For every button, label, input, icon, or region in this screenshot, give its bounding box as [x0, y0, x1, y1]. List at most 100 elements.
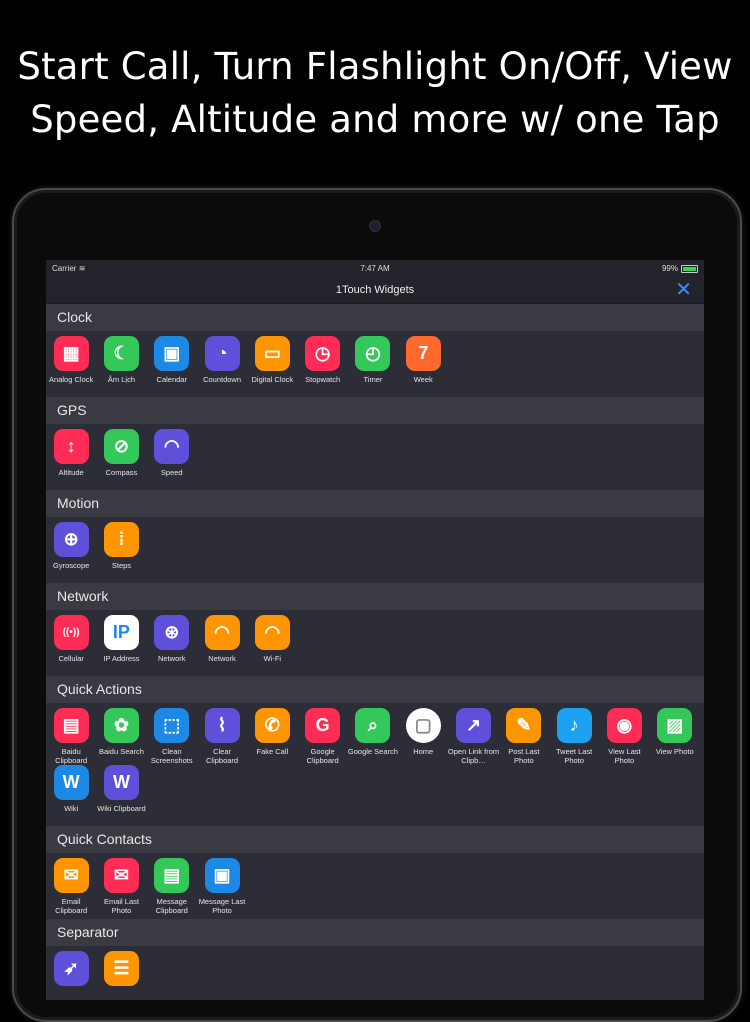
widget-item[interactable]: ◔ Countdown: [197, 336, 247, 393]
widget-item[interactable]: ▤ Baidu Clipboard: [46, 708, 96, 765]
wiki-icon: W: [53, 765, 89, 800]
ip-icon: IP: [103, 615, 139, 650]
widget-item[interactable]: W Wiki Clipboard: [96, 765, 146, 822]
week-icon: 7: [405, 336, 441, 371]
widget-item[interactable]: ◠ Wi-Fi: [247, 615, 297, 672]
headline-line-1: Start Call, Turn Flashlight On/Off, View: [17, 45, 733, 88]
view-photo-icon: ◉: [606, 708, 642, 743]
stopwatch-icon: ◷: [305, 336, 341, 371]
broom-icon: ⌇: [204, 708, 240, 743]
widget-label: Network: [157, 654, 186, 663]
section-body: ▤ Baidu Clipboard ✿ Baidu Search ⬚ Clean Scre…: [46, 703, 704, 826]
widget-label: [95, 990, 147, 1000]
widget-item[interactable]: ↕ Altitude: [46, 429, 96, 486]
widget-item[interactable]: ⊕ Gyroscope: [46, 522, 96, 579]
widget-item[interactable]: ➶: [46, 951, 96, 1000]
widget-label: [46, 990, 97, 1000]
widget-item[interactable]: ◠ Speed: [147, 429, 197, 486]
widget-item[interactable]: IP IP Address: [96, 615, 146, 672]
widget-label: Google Search: [347, 747, 398, 756]
widget-item[interactable]: ✉ Email Last Photo: [96, 858, 146, 915]
widget-item[interactable]: ☰: [96, 951, 146, 1000]
digital-clock-icon: ▭: [254, 336, 290, 371]
widget-item[interactable]: ↗ Open Link from Clipb…: [448, 708, 499, 765]
widget-label: Message Last Photo: [198, 897, 246, 915]
widget-label: Clear Clipboard: [205, 747, 239, 765]
speed-icon: ◠: [154, 429, 190, 464]
compass-icon: ⊘: [103, 429, 139, 464]
widget-label: Email Last Photo: [103, 897, 139, 915]
widget-label: Network: [208, 654, 236, 663]
section-header-clock: Clock: [46, 304, 704, 331]
navigation-bar: 1Touch Widgets ✕: [46, 277, 704, 304]
widget-item[interactable]: ✆ Fake Call: [247, 708, 297, 765]
widget-item[interactable]: ⊘ Compass: [96, 429, 146, 486]
widget-item[interactable]: ▤ Message Clipboard: [147, 858, 197, 915]
widget-item[interactable]: ☾ Âm Lịch: [96, 336, 146, 393]
widget-label: Calendar: [156, 375, 187, 384]
widget-label: Wiki Clipboard: [97, 804, 146, 813]
headline-line-2: Speed, Altitude and more w/ one Tap: [30, 98, 720, 141]
section-header-separator: Separator: [46, 919, 704, 946]
app-screen: Carrier ≋ 7:47 AM 99% 1Touch Widgets ✕ C…: [46, 260, 704, 1000]
section-header-quick-contacts: Quick Contacts: [46, 826, 704, 853]
open-link-icon: ↗: [456, 708, 492, 743]
countdown-icon: ◔: [204, 336, 240, 371]
widget-label: Google Clipboard: [306, 747, 339, 765]
calendar-grid-icon: ▦: [53, 336, 89, 371]
widget-item[interactable]: ⌇ Clear Clipboard: [197, 708, 247, 765]
status-time: 7:47 AM: [360, 264, 390, 273]
widget-label: Compass: [105, 468, 138, 477]
widget-label: Stopwatch: [305, 375, 341, 384]
widget-item[interactable]: ((•)) Cellular: [46, 615, 96, 672]
status-bar: Carrier ≋ 7:47 AM 99%: [46, 260, 704, 277]
widget-item[interactable]: ✿ Baidu Search: [96, 708, 146, 765]
widget-label: Speed: [160, 468, 183, 477]
widget-item[interactable]: W Wiki: [46, 765, 96, 822]
widget-item[interactable]: ⁞ Steps: [96, 522, 146, 579]
widget-item[interactable]: G Google Clipboard: [297, 708, 347, 765]
widget-item[interactable]: ▣ Message Last Photo: [197, 858, 247, 915]
widget-label: Message Clipboard: [155, 897, 188, 915]
widget-item[interactable]: ⊛ Network: [147, 615, 197, 672]
widget-item[interactable]: ✎ Post Last Photo: [499, 708, 549, 765]
widget-item[interactable]: ▭ Digital Clock: [247, 336, 297, 393]
globe-icon: ⊛: [154, 615, 190, 650]
section-body: ▦ Analog Clock ☾ Âm Lịch ▣ Calendar ◔ Countdown…: [46, 331, 704, 397]
widget-item[interactable]: ▦ Analog Clock: [46, 336, 96, 393]
wifi-icon: ◠: [204, 615, 240, 650]
widget-item[interactable]: ◷ Stopwatch: [297, 336, 347, 393]
widget-item[interactable]: ♪ Tweet Last Photo: [549, 708, 599, 765]
widget-item[interactable]: ✉ Email Clipboard: [46, 858, 96, 915]
widget-item[interactable]: 7 Week: [398, 336, 448, 393]
section-body: ↕ Altitude ⊘ Compass ◠ Speed: [46, 424, 704, 490]
widget-label: Baidu Search: [98, 747, 144, 756]
widget-label: Timer: [363, 375, 383, 384]
widget-item[interactable]: ▢ Home: [398, 708, 448, 765]
battery-indicator: 99%: [662, 264, 698, 273]
section-header-quick-actions: Quick Actions: [46, 676, 704, 703]
front-camera: [369, 220, 381, 232]
widget-item[interactable]: ▣ Calendar: [147, 336, 197, 393]
widget-label: Wi-Fi: [263, 654, 282, 663]
close-icon[interactable]: ✕: [675, 280, 692, 300]
twitter-icon: ♪: [556, 708, 592, 743]
widget-label: IP Address: [103, 654, 140, 663]
widget-item[interactable]: ◴ Timer: [348, 336, 398, 393]
home-button-icon: ▢: [405, 708, 441, 743]
section-body: ⊕ Gyroscope ⁞ Steps: [46, 517, 704, 583]
widget-label: Gyroscope: [53, 561, 90, 570]
email-clipboard-icon: ✉: [53, 858, 89, 893]
widget-item[interactable]: ◉ View Last Photo: [599, 708, 649, 765]
widget-label: Digital Clock: [251, 375, 294, 384]
widget-label: Week: [413, 375, 433, 384]
widget-item[interactable]: ◠ Network: [197, 615, 247, 672]
section-body: ➶ ☰: [46, 946, 704, 1000]
widget-item[interactable]: ⬚ Clean Screenshots: [147, 708, 197, 765]
widget-item[interactable]: ⌕ Google Search: [348, 708, 398, 765]
screenshot-icon: ⬚: [154, 708, 190, 743]
widget-label: Fake Call: [256, 747, 289, 756]
baidu-clipboard-icon: ▤: [53, 708, 89, 743]
widget-label: Clean Screenshots: [150, 747, 193, 765]
widget-item[interactable]: ▨ View Photo: [650, 708, 700, 765]
